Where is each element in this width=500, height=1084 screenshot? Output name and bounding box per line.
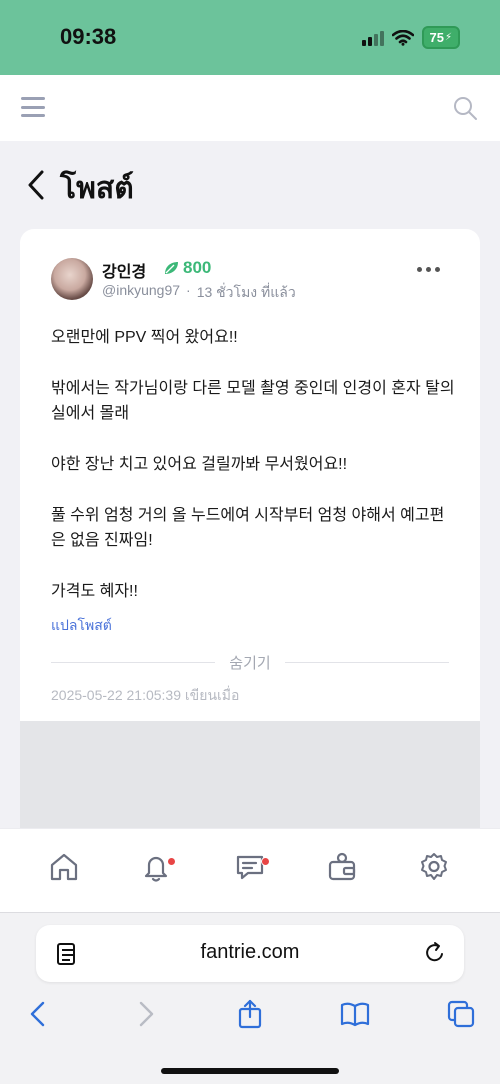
author-name[interactable]: 강인경	[102, 258, 146, 282]
battery-indicator: 75 ⚡	[421, 26, 460, 49]
top-nav	[0, 75, 500, 141]
status-time: 09:38	[60, 24, 117, 49]
forward-icon[interactable]	[130, 999, 160, 1029]
hide-divider: 숨기기	[51, 651, 449, 673]
nav-notifications[interactable]	[140, 851, 176, 887]
bell-icon	[144, 856, 168, 882]
message-dot	[261, 857, 270, 866]
hide-button[interactable]: 숨기기	[215, 652, 284, 673]
browser-toolbar	[0, 995, 500, 1035]
post-paragraph: 밖에서는 작가님이랑 다른 모델 촬영 중인데 인경이 혼자 탈의실에서 몰래	[51, 380, 455, 422]
bookmarks-icon[interactable]	[340, 999, 370, 1029]
reload-icon[interactable]	[424, 941, 446, 965]
gear-icon	[421, 853, 447, 880]
more-options-icon[interactable]	[417, 267, 440, 272]
browser-chrome: fantrie.com	[0, 912, 500, 1084]
nav-settings[interactable]	[418, 851, 454, 887]
post-body: 오랜만에 PPV 찍어 왔어요!! 밖에서는 작가님이랑 다른 모델 촬영 중인…	[51, 325, 456, 604]
post-paragraph: 오랜만에 PPV 찍어 왔어요!!	[51, 329, 238, 346]
meta-separator: ·	[186, 282, 191, 298]
bottom-nav	[0, 828, 500, 912]
address-bar[interactable]: fantrie.com	[36, 925, 464, 982]
post-time-ago: 13 ชั่วโมง ที่แล้ว	[196, 284, 296, 300]
home-indicator	[161, 1068, 339, 1074]
leaf-icon	[165, 262, 178, 274]
status-bar: 09:38 75 ⚡	[0, 0, 500, 75]
nav-home[interactable]	[48, 851, 84, 887]
page-title: โพสต์	[60, 172, 134, 205]
author-handle: @inkyung97	[102, 282, 181, 298]
post-timestamp: 2025-05-22 21:05:39 เขียนเมื่อ	[51, 687, 240, 703]
share-icon[interactable]	[235, 999, 265, 1029]
battery-level: 75	[429, 30, 444, 45]
search-icon[interactable]	[452, 95, 478, 121]
page-header: โพสต์	[0, 141, 500, 229]
translate-post-link[interactable]: แปลโพสต์	[51, 615, 112, 637]
author-avatar[interactable]	[51, 258, 93, 300]
url-text[interactable]: fantrie.com	[36, 941, 464, 964]
post-paragraph: 풀 수위 엄청 거의 올 누드에여 시작부터 엄청 야해서 예고편은 없음 진짜…	[51, 507, 445, 549]
nav-messages[interactable]	[234, 851, 270, 887]
author-points: 800	[163, 258, 211, 278]
charging-icon: ⚡	[444, 32, 452, 43]
status-icons: 75 ⚡	[361, 26, 460, 49]
chat-icon	[236, 855, 264, 880]
back-arrow-icon[interactable]	[26, 169, 46, 201]
wifi-icon	[391, 29, 414, 46]
home-icon	[50, 853, 78, 881]
notification-dot	[167, 857, 176, 866]
divider-line	[284, 661, 449, 663]
cellular-signal-icon	[361, 30, 384, 46]
post-meta: @inkyung97 · 13 ชั่วโมง ที่แล้ว	[102, 282, 296, 304]
post-paragraph: 야한 장난 치고 있어요 걸릴까봐 무서웠어요!!	[51, 456, 348, 473]
post-paragraph: 가격도 혜자!!	[51, 583, 138, 600]
wallet-icon	[328, 852, 356, 881]
tabs-icon[interactable]	[446, 999, 476, 1029]
post-card: 강인경 800 @inkyung97 · 13 ชั่วโมง ที่แล้ว …	[20, 229, 480, 849]
points-value: 800	[183, 258, 212, 277]
divider-line	[51, 661, 216, 663]
menu-icon[interactable]	[21, 97, 45, 117]
back-icon[interactable]	[24, 999, 54, 1029]
nav-wallet[interactable]	[326, 851, 362, 887]
